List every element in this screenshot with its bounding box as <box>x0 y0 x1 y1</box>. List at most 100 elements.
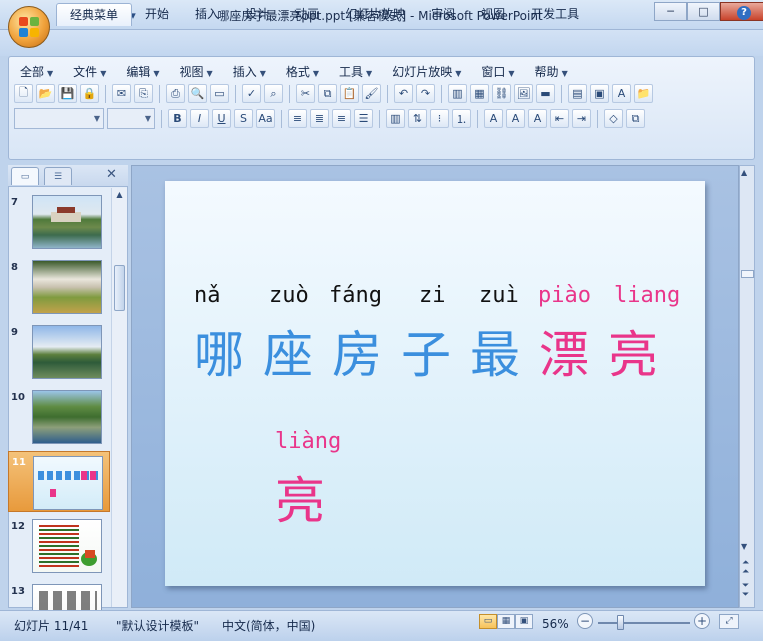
permission-icon[interactable]: 🔒 <box>80 84 99 103</box>
bullets-icon[interactable]: ⁝ <box>430 109 449 128</box>
slide-thumbnail-12[interactable]: 12 <box>8 516 110 578</box>
new-slide-icon[interactable]: ▤ <box>568 84 587 103</box>
tab-0[interactable]: 经典菜单 <box>56 3 133 26</box>
textbox-icon[interactable]: A <box>612 84 631 103</box>
font-size-combo[interactable]: ▼ <box>107 108 155 129</box>
scroll-thumb[interactable] <box>741 270 754 278</box>
menu-item[interactable]: 幻灯片放映 ▼ <box>382 63 471 81</box>
table-icon[interactable]: ▦ <box>470 84 489 103</box>
tab-8[interactable]: 开发工具 <box>518 3 592 26</box>
zoom-slider[interactable] <box>598 622 690 624</box>
panel-close-icon[interactable]: ✕ <box>106 167 117 182</box>
print-icon[interactable]: ⎙ <box>166 84 185 103</box>
undo-icon[interactable]: ↶ <box>394 84 413 103</box>
zoom-slider-thumb[interactable] <box>617 615 624 630</box>
numbering-icon[interactable]: ⒈ <box>452 109 471 128</box>
menu-item[interactable]: 全部 ▼ <box>10 63 63 81</box>
zoom-level[interactable]: 56% <box>542 617 569 631</box>
slideshow-icon[interactable]: ▭ <box>210 84 229 103</box>
justify-icon[interactable]: ☰ <box>354 109 373 128</box>
decrease-indent-icon[interactable]: ⇤ <box>550 109 569 128</box>
folder-icon[interactable]: 📁 <box>634 84 653 103</box>
zoom-out-button[interactable]: − <box>577 613 593 629</box>
redo-icon[interactable]: ↷ <box>416 84 435 103</box>
tab-7[interactable]: 视图 <box>468 3 518 26</box>
menu-item[interactable]: 编辑 ▼ <box>116 63 169 81</box>
grow-font-icon[interactable]: A <box>506 109 525 128</box>
tab-1[interactable]: 开始 <box>132 3 182 26</box>
save-icon[interactable]: 💾 <box>58 84 77 103</box>
previous-slide-icon[interactable]: ⏶ ⏶ <box>742 559 749 577</box>
hyperlink-icon[interactable]: ⛓ <box>492 84 511 103</box>
text-direction-icon[interactable]: ⇅ <box>408 109 427 128</box>
shrink-font-icon[interactable]: A <box>528 109 547 128</box>
columns-icon[interactable]: ▥ <box>386 109 405 128</box>
bold-icon[interactable]: B <box>168 109 187 128</box>
slideshow-view-button[interactable]: ▣ <box>515 614 533 629</box>
maximize-button[interactable]: □ <box>687 2 720 21</box>
scroll-down-icon[interactable]: ▼ <box>741 542 747 551</box>
editor-scrollbar[interactable]: ▲ ▼ ⏶ ⏶ ⏷ ⏷ <box>739 165 755 608</box>
tab-4[interactable]: 动画 <box>282 3 332 26</box>
slide-thumbnail-10[interactable]: 10 <box>8 387 110 449</box>
scroll-up-icon[interactable]: ▲ <box>741 168 747 177</box>
font-name-combo[interactable]: ▼ <box>14 108 104 129</box>
color-grayscale-icon[interactable]: ▬ <box>536 84 555 103</box>
next-slide-icon[interactable]: ⏷ ⏷ <box>742 582 749 600</box>
template-name[interactable]: "默认设计模板" <box>116 617 199 634</box>
print-preview-icon[interactable]: 🔍 <box>188 84 207 103</box>
slide-thumbnail-7[interactable]: 7 <box>8 192 110 254</box>
slide-sorter-button[interactable]: ▦ <box>497 614 515 629</box>
email-icon[interactable]: ✉ <box>112 84 131 103</box>
font-color-icon[interactable]: A <box>484 109 503 128</box>
tab-5[interactable]: 幻灯片放映 <box>332 3 418 26</box>
copy-icon[interactable]: ⧉ <box>318 84 337 103</box>
tab-3[interactable]: 设计 <box>232 3 282 26</box>
increase-indent-icon[interactable]: ⇥ <box>572 109 591 128</box>
paste-icon[interactable]: 📋 <box>340 84 359 103</box>
chart-icon[interactable]: ▥ <box>448 84 467 103</box>
spelling-icon[interactable]: ✓ <box>242 84 261 103</box>
menu-item[interactable]: 格式 ▼ <box>276 63 329 81</box>
format-painter-icon[interactable]: 🖌 <box>362 84 381 103</box>
minimize-button[interactable]: ─ <box>654 2 687 21</box>
slides-tab[interactable]: ▭ <box>11 167 39 185</box>
normal-view-button[interactable]: ▭ <box>479 614 497 629</box>
cut-icon[interactable]: ✂ <box>296 84 315 103</box>
change-case-icon[interactable]: Aa <box>256 109 275 128</box>
layout-icon[interactable]: ▣ <box>590 84 609 103</box>
slide-thumbnail-8[interactable]: 8 <box>8 257 110 319</box>
scroll-up-icon[interactable]: ▲ <box>113 190 126 202</box>
menu-item[interactable]: 窗口 ▼ <box>471 63 524 81</box>
shadow-icon[interactable]: S <box>234 109 253 128</box>
zoom-in-button[interactable]: + <box>694 613 710 629</box>
align-left-icon[interactable]: ≡ <box>288 109 307 128</box>
italic-icon[interactable]: I <box>190 109 209 128</box>
language-status[interactable]: 中文(简体，中国) <box>222 617 315 634</box>
tab-6[interactable]: 审阅 <box>418 3 468 26</box>
align-center-icon[interactable]: ≣ <box>310 109 329 128</box>
help-icon[interactable]: ? <box>737 6 751 20</box>
office-button[interactable] <box>8 6 50 48</box>
slide-canvas[interactable]: nǎ zuò fáng zi zuì piào liang 哪座房子最漂亮 liàng 亮 <box>165 181 705 586</box>
scroll-thumb[interactable] <box>114 265 125 311</box>
picture-icon[interactable]: 🖼 <box>514 84 533 103</box>
outline-tab[interactable]: ☰ <box>44 167 72 185</box>
menu-item[interactable]: 帮助 ▼ <box>525 63 578 81</box>
open-icon[interactable]: 📂 <box>36 84 55 103</box>
menu-item[interactable]: 插入 ▼ <box>223 63 276 81</box>
align-right-icon[interactable]: ≡ <box>332 109 351 128</box>
arrange-icon[interactable]: ⧉ <box>626 109 645 128</box>
menu-item[interactable]: 视图 ▼ <box>170 63 223 81</box>
underline-icon[interactable]: U <box>212 109 231 128</box>
fit-to-window-button[interactable]: ⤢ <box>719 614 739 629</box>
shapes-icon[interactable]: ◇ <box>604 109 623 128</box>
research-icon[interactable]: ⌕ <box>264 84 283 103</box>
tab-2[interactable]: 插入 <box>182 3 232 26</box>
publish-icon[interactable]: ⎘ <box>134 84 153 103</box>
menu-item[interactable]: 工具 ▼ <box>329 63 382 81</box>
slides-panel-scrollbar[interactable]: ▲ <box>111 188 127 607</box>
menu-item[interactable]: 文件 ▼ <box>63 63 116 81</box>
slide-thumbnail-9[interactable]: 9 <box>8 322 110 384</box>
slide-thumbnail-11[interactable]: 11 <box>8 451 110 512</box>
